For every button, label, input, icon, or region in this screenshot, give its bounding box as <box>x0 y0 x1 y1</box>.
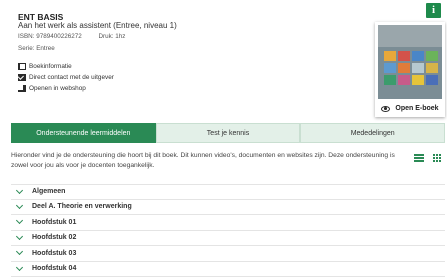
chevron-down-icon <box>15 248 24 256</box>
accordion-label: Hoofdstuk 01 <box>32 218 77 226</box>
eye-icon <box>381 105 391 112</box>
webshop-label: Openen in webshop <box>29 84 86 92</box>
chevron-down-icon <box>15 217 24 225</box>
book-info-link[interactable]: Boekinformatie <box>18 61 114 71</box>
accordion-item-hoofdstuk-03[interactable]: Hoofdstuk 03 <box>11 246 445 262</box>
tab-bar: Ondersteunende leermiddelen Test je kenn… <box>11 123 446 143</box>
book-meta: ISBN: 9789400226272 Druk: 1hz <box>18 33 125 40</box>
accordion-label: Algemeen <box>32 188 66 196</box>
serie-text: Serie: Entree <box>18 45 55 52</box>
accordion-label: Hoofdstuk 04 <box>32 265 77 273</box>
accordion-item-deel-a[interactable]: Deel A. Theorie en verwerking <box>11 200 445 215</box>
chevron-down-icon <box>15 263 24 271</box>
support-description: Hieronder vind je de ondersteuning die h… <box>11 152 395 169</box>
mail-icon <box>18 73 26 81</box>
cart-icon <box>18 84 26 92</box>
chevron-down-icon <box>15 186 24 194</box>
chevron-down-icon <box>15 232 24 240</box>
resource-accordion: Algemeen Deel A. Theorie en verwerking H… <box>11 184 445 277</box>
accordion-item-algemeen[interactable]: Algemeen <box>11 184 445 200</box>
tab-mededelingen[interactable]: Mededelingen <box>300 123 446 143</box>
druk-text: Druk: 1hz <box>98 33 126 40</box>
book-links: Boekinformatie Direct contact met de uit… <box>18 61 114 94</box>
book-icon <box>18 62 26 70</box>
list-view-icon[interactable] <box>414 154 424 162</box>
accordion-label: Hoofdstuk 03 <box>32 249 77 257</box>
book-info-label: Boekinformatie <box>29 62 72 70</box>
accordion-item-hoofdstuk-02[interactable]: Hoofdstuk 02 <box>11 231 445 246</box>
tab-ondersteunende-leermiddelen[interactable]: Ondersteunende leermiddelen <box>11 123 156 143</box>
webshop-link[interactable]: Openen in webshop <box>18 83 114 93</box>
grid-view-icon[interactable] <box>433 154 442 162</box>
open-ebook-label: Open E-boek <box>395 105 439 112</box>
book-subtitle: Aan het werk als assistent (Entree, nive… <box>18 21 177 30</box>
tab-test-je-kennis[interactable]: Test je kennis <box>155 123 301 143</box>
chevron-down-icon <box>15 201 24 209</box>
contact-publisher-link[interactable]: Direct contact met de uitgever <box>18 72 114 82</box>
info-icon[interactable]: i <box>426 3 441 18</box>
accordion-label: Deel A. Theorie en verwerking <box>32 203 132 211</box>
accordion-label: Hoofdstuk 02 <box>32 234 77 242</box>
open-ebook-button[interactable]: Open E-boek <box>375 100 445 117</box>
accordion-item-hoofdstuk-01[interactable]: Hoofdstuk 01 <box>11 215 445 231</box>
contact-publisher-label: Direct contact met de uitgever <box>29 73 114 81</box>
isbn-text: ISBN: 9789400226272 <box>18 33 82 40</box>
book-cover-image[interactable] <box>378 25 442 99</box>
ebook-card: Open E-boek <box>375 22 445 117</box>
accordion-item-hoofdstuk-04[interactable]: Hoofdstuk 04 <box>11 262 445 277</box>
